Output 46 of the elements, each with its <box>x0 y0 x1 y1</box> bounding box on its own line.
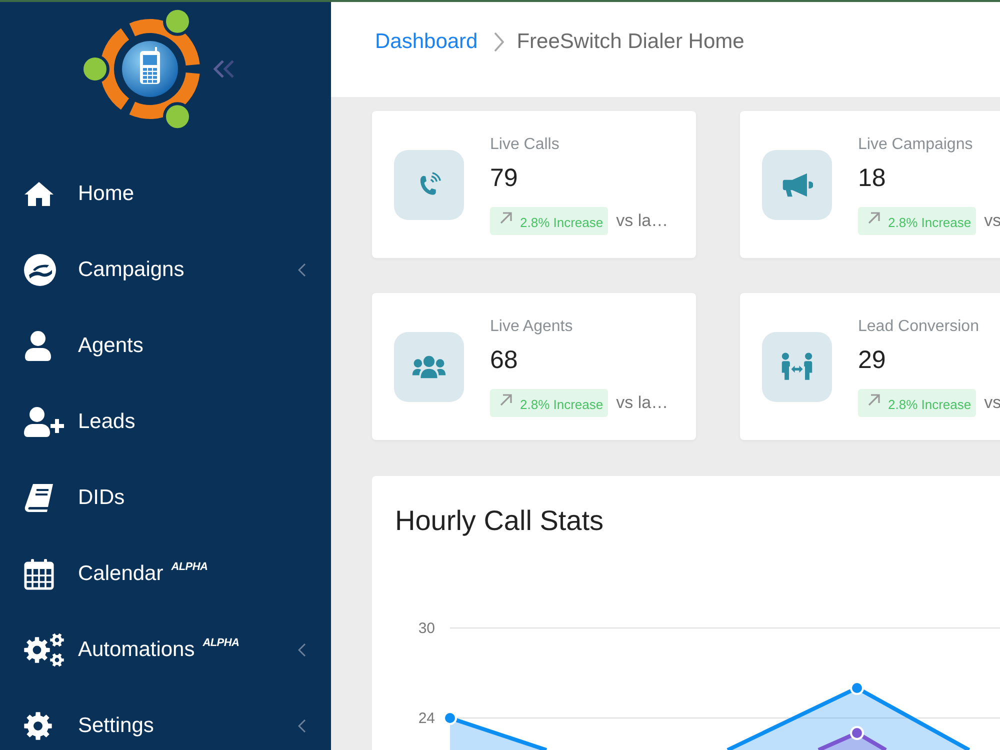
double-chevron-left-icon[interactable] <box>213 59 235 79</box>
sidebar-menu-item[interactable]: Automations ALPHA <box>24 628 315 672</box>
data-point <box>443 711 457 725</box>
menu-item-tag: ALPHA <box>202 636 240 650</box>
y-axis-label: 24 <box>418 710 435 727</box>
sidebar-menu-item[interactable]: DIDs <box>24 476 315 520</box>
sidebar-menu-item[interactable]: Campaigns <box>24 248 315 292</box>
book-icon <box>24 483 54 513</box>
wave-circle-icon <box>24 254 56 286</box>
calendar-icon <box>24 558 54 590</box>
user-icon <box>24 330 52 362</box>
comparison-text: vs la… <box>616 210 668 230</box>
people-arrows-icon <box>762 332 832 402</box>
stat-title: Live Calls <box>490 134 560 154</box>
stat-value: 29 <box>858 344 886 376</box>
users-icon <box>394 332 464 402</box>
settings-icon <box>24 712 52 740</box>
sidebar-menu-item[interactable]: Agents <box>24 324 315 368</box>
sidebar-menu-item[interactable]: Calendar ALPHA <box>24 552 315 596</box>
comparison-text: vs la… <box>616 392 668 412</box>
gears-icon <box>24 633 64 667</box>
trend-text: 2.8% Increase <box>888 214 972 230</box>
megaphone-icon <box>762 150 832 220</box>
stat-value: 18 <box>858 162 886 194</box>
chart-title: Hourly Call Stats <box>395 504 604 538</box>
data-point <box>850 726 864 740</box>
stat-title: Lead Conversion <box>858 316 979 336</box>
home-icon <box>24 181 54 207</box>
sidebar-menu-item[interactable]: Settings <box>24 704 315 748</box>
trend-text: 2.8% Increase <box>888 396 972 412</box>
stat-value: 68 <box>490 344 518 376</box>
breadcrumb-current: FreeSwitch Dialer Home <box>516 29 744 55</box>
y-axis-label: 30 <box>418 620 435 637</box>
data-point <box>850 681 864 695</box>
user-plus-icon <box>24 406 64 438</box>
menu-item-tag: ALPHA <box>171 560 208 574</box>
phone-icon <box>394 150 464 220</box>
chevron-right-icon <box>494 32 504 52</box>
stat-value: 79 <box>490 162 518 194</box>
stat-title: Live Agents <box>490 316 573 336</box>
stat-title: Live Campaigns <box>858 134 973 154</box>
trend-text: 2.8% Increase <box>520 214 604 230</box>
sidebar-menu-item[interactable]: Home <box>24 172 315 216</box>
breadcrumb-link[interactable]: Dashboard <box>375 28 478 56</box>
sidebar-menu-item[interactable]: Leads <box>24 400 315 444</box>
trend-text: 2.8% Increase <box>520 396 604 412</box>
